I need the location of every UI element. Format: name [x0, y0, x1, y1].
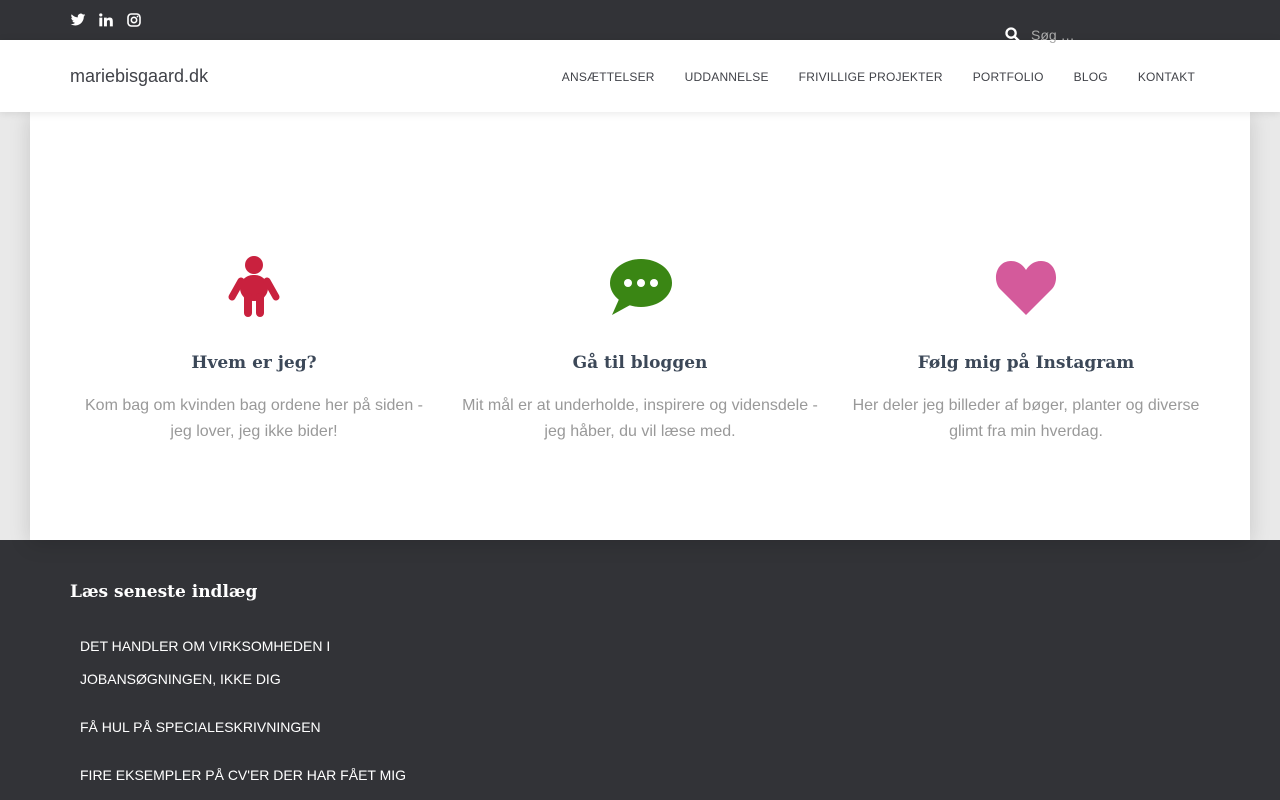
recent-post-link[interactable]: Fire eksempler på CV'er der har fået mig	[80, 759, 440, 792]
feature-text: Her deler jeg billeder af bøger, planter…	[852, 397, 1200, 440]
features-card: Hvem er jeg? Kom bag om kvinden bag orde…	[30, 112, 1250, 540]
nav-item-uddannelse[interactable]: UDDANNELSE	[685, 70, 769, 84]
site-brand[interactable]: mariebisgaard.dk	[70, 66, 208, 87]
recent-posts-list: Det handler om virksomheden i jobansøgni…	[80, 630, 440, 800]
heart-icon[interactable]	[994, 255, 1058, 319]
nav-item-ansaettelser[interactable]: ANSÆTTELSER	[562, 70, 655, 84]
main-menu: ANSÆTTELSER UDDANNELSE FRIVILLIGE PROJEK…	[562, 70, 1195, 84]
search-form	[1004, 26, 1201, 43]
instagram-icon[interactable]	[126, 12, 142, 28]
nav-item-blog[interactable]: BLOG	[1074, 70, 1108, 84]
footer-widget-title: Læs seneste indlæg	[70, 582, 258, 602]
search-input[interactable]	[1031, 26, 1201, 43]
feature-title[interactable]: Følg mig på Instagram	[846, 353, 1206, 373]
feature-text: Kom bag om kvinden bag ordene her på sid…	[85, 397, 423, 440]
feature-title[interactable]: Gå til bloggen	[460, 353, 820, 373]
feature-title[interactable]: Hvem er jeg?	[74, 353, 434, 373]
recent-post-link[interactable]: Få hul på specialeskrivningen	[80, 711, 440, 744]
search-icon[interactable]	[1004, 26, 1021, 43]
nav-item-kontakt[interactable]: KONTAKT	[1138, 70, 1195, 84]
child-icon[interactable]	[222, 255, 286, 319]
recent-post-link[interactable]: Det handler om virksomheden i jobansøgni…	[80, 630, 440, 696]
feature-text: Mit mål er at underholde, inspirere og v…	[462, 397, 818, 440]
nav-item-frivillige-projekter[interactable]: FRIVILLIGE PROJEKTER	[799, 70, 943, 84]
twitter-icon[interactable]	[70, 12, 86, 28]
nav-item-portfolio[interactable]: PORTFOLIO	[973, 70, 1044, 84]
main-navbar: mariebisgaard.dk ANSÆTTELSER UDDANNELSE …	[0, 40, 1280, 112]
comment-dots-icon[interactable]	[608, 255, 672, 319]
linkedin-icon[interactable]	[98, 12, 114, 28]
footer: Læs seneste indlæg Det handler om virkso…	[0, 540, 1280, 800]
social-links	[70, 12, 142, 28]
